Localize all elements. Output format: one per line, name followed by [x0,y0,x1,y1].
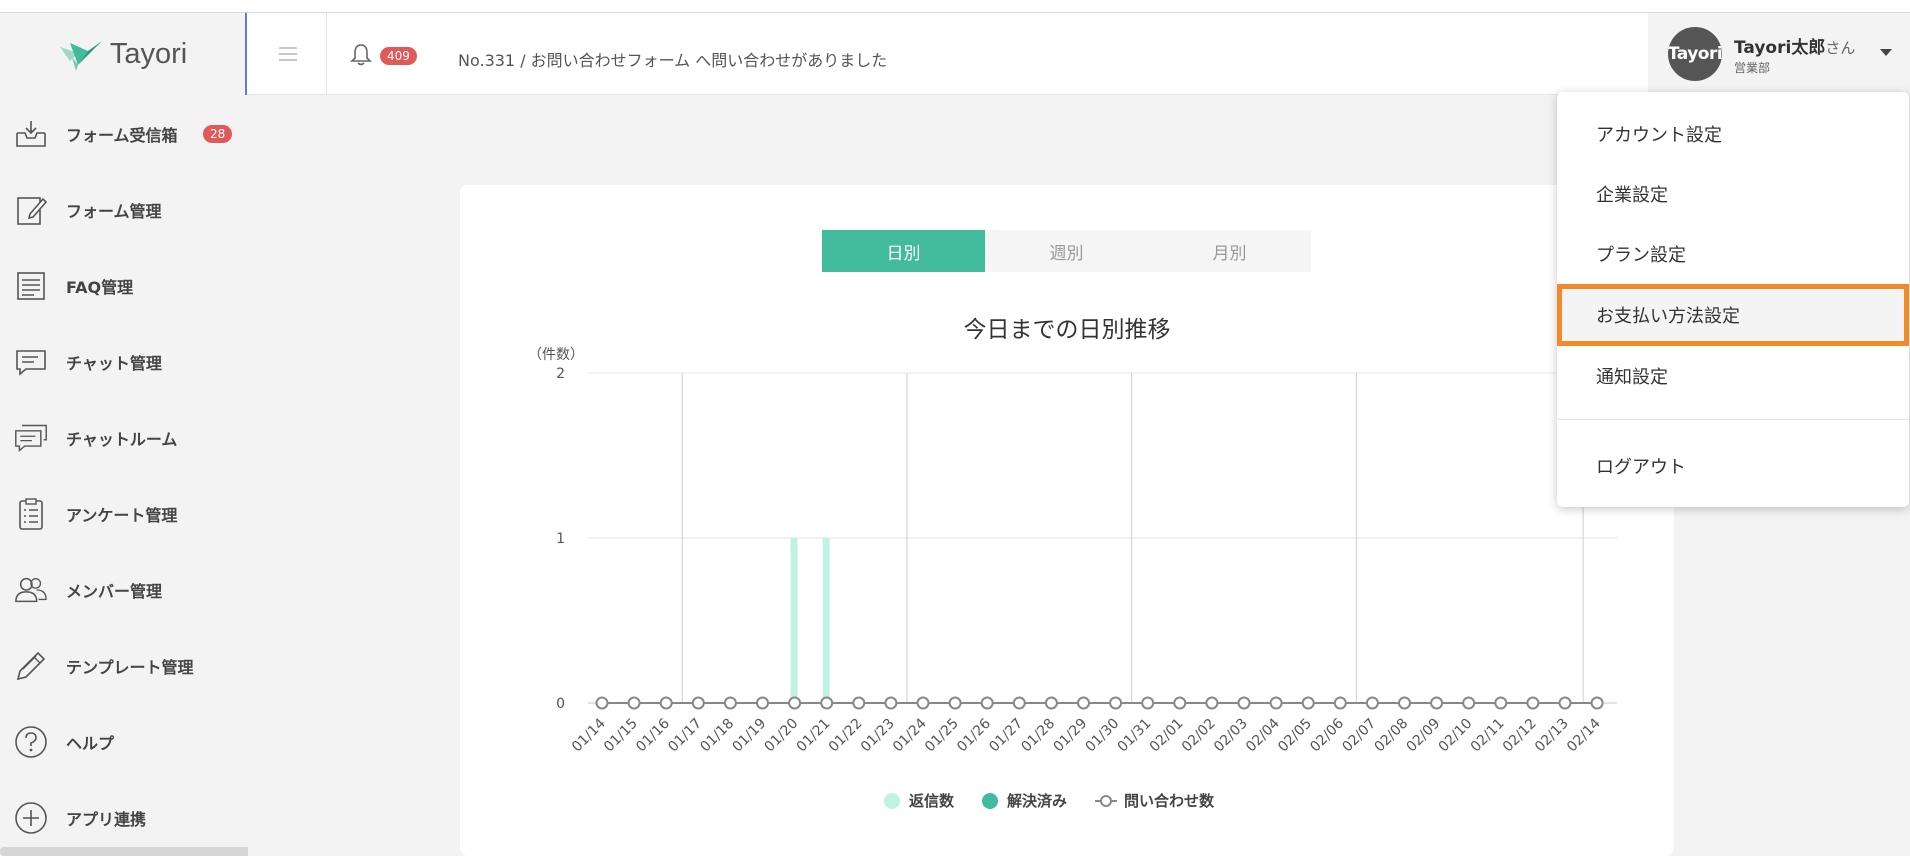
menu-item-account-settings[interactable]: アカウント設定 [1557,104,1909,164]
x-tick-label: 01/20 [762,716,802,756]
legend-item-resolved[interactable]: 解決済み [982,790,1067,811]
menu-item-logout[interactable]: ログアウト [1557,436,1909,496]
x-tick-label: 02/12 [1500,716,1540,756]
legend-swatch-resolved [982,792,999,809]
legend-label: 返信数 [909,792,955,810]
point-inquiries [1462,696,1476,710]
point-inquiries [1173,696,1187,710]
point-inquiries [1333,696,1347,710]
x-tick-label: 02/10 [1436,716,1476,756]
x-tick-label: 02/13 [1532,716,1572,756]
point-inquiries [1398,696,1411,710]
x-tick-label: 02/11 [1468,716,1508,756]
legend-swatch-inquiries [1095,793,1118,809]
x-tick-label: 01/24 [890,715,930,755]
x-tick-label: 02/02 [1179,716,1219,756]
point-inquiries [1109,696,1123,710]
point-inquiries [723,696,737,710]
legend-item-inquiries[interactable]: 問い合わせ数 [1095,790,1214,811]
point-inquiries [1494,696,1508,710]
point-inquiries [884,696,898,710]
x-tick-label: 01/26 [954,715,994,755]
point-inquiries [1269,696,1283,710]
menu-item-plan-settings[interactable]: プラン設定 [1557,224,1909,284]
point-inquiries [1526,696,1540,710]
x-tick-label: 01/31 [1115,716,1155,756]
x-tick-label: 01/17 [665,716,705,756]
point-inquiries [980,696,994,710]
menu-item-company-settings[interactable]: 企業設定 [1557,164,1909,224]
point-inquiries [1141,696,1155,710]
x-tick-label: 01/27 [986,716,1026,756]
x-tick-label: 02/05 [1275,716,1315,756]
chart-legend: 返信数 解決済み 問い合わせ数 [884,790,1242,811]
point-inquiries [627,696,641,710]
bar-replies [822,538,830,703]
y-tick-label: 2 [556,366,565,382]
point-inquiries [1430,696,1444,710]
point-inquiries [1077,696,1090,710]
point-inquiries [852,696,866,710]
x-tick-label: 02/14 [1564,715,1604,755]
x-tick-label: 02/03 [1211,716,1251,756]
account-dropdown-menu: アカウント設定 企業設定 プラン設定 お支払い方法設定 通知設定 ログアウト [1557,92,1909,507]
x-tick-label: 01/28 [1018,716,1058,756]
x-tick-label: 01/16 [633,715,673,755]
point-inquiries [1590,696,1604,710]
menu-divider [1557,419,1909,420]
bar-replies [790,538,798,703]
x-tick-label: 01/22 [826,716,866,756]
x-tick-label: 01/15 [601,716,641,756]
point-inquiries [1237,696,1251,710]
y-tick-label: 1 [556,531,565,547]
legend-label: 解決済み [1007,792,1068,810]
x-tick-label: 02/09 [1404,716,1444,756]
x-tick-label: 02/06 [1307,715,1347,755]
x-tick-label: 02/07 [1339,716,1379,756]
x-tick-label: 02/04 [1243,715,1283,755]
point-inquiries [756,696,769,710]
x-tick-label: 01/18 [697,716,737,756]
point-inquiries [691,696,705,710]
menu-item-payment-settings[interactable]: お支払い方法設定 [1557,284,1909,346]
legend-item-replies[interactable]: 返信数 [884,790,954,811]
point-inquiries [1365,696,1379,710]
point-inquiries [820,696,834,710]
legend-swatch-replies [884,792,900,809]
x-tick-label: 01/29 [1050,716,1090,756]
x-tick-label: 01/25 [922,716,962,756]
menu-item-notification-settings[interactable]: 通知設定 [1557,346,1909,406]
x-tick-label: 01/23 [858,716,898,756]
point-inquiries [1558,696,1572,710]
point-inquiries [1301,696,1315,710]
x-tick-label: 01/19 [729,716,769,756]
legend-label: 問い合わせ数 [1124,792,1215,810]
point-inquiries [595,696,609,710]
point-inquiries [948,696,962,710]
point-inquiries [916,696,930,710]
point-inquiries [1044,696,1058,710]
point-inquiries [659,696,673,710]
x-tick-label: 01/14 [569,715,609,755]
y-tick-label: 0 [556,696,565,712]
x-tick-label: 02/08 [1371,716,1411,756]
x-tick-label: 02/01 [1147,716,1187,756]
point-inquiries [1012,696,1026,710]
point-inquiries [788,696,802,710]
x-tick-label: 01/30 [1083,716,1123,756]
x-tick-label: 01/21 [794,716,834,756]
point-inquiries [1205,696,1219,710]
